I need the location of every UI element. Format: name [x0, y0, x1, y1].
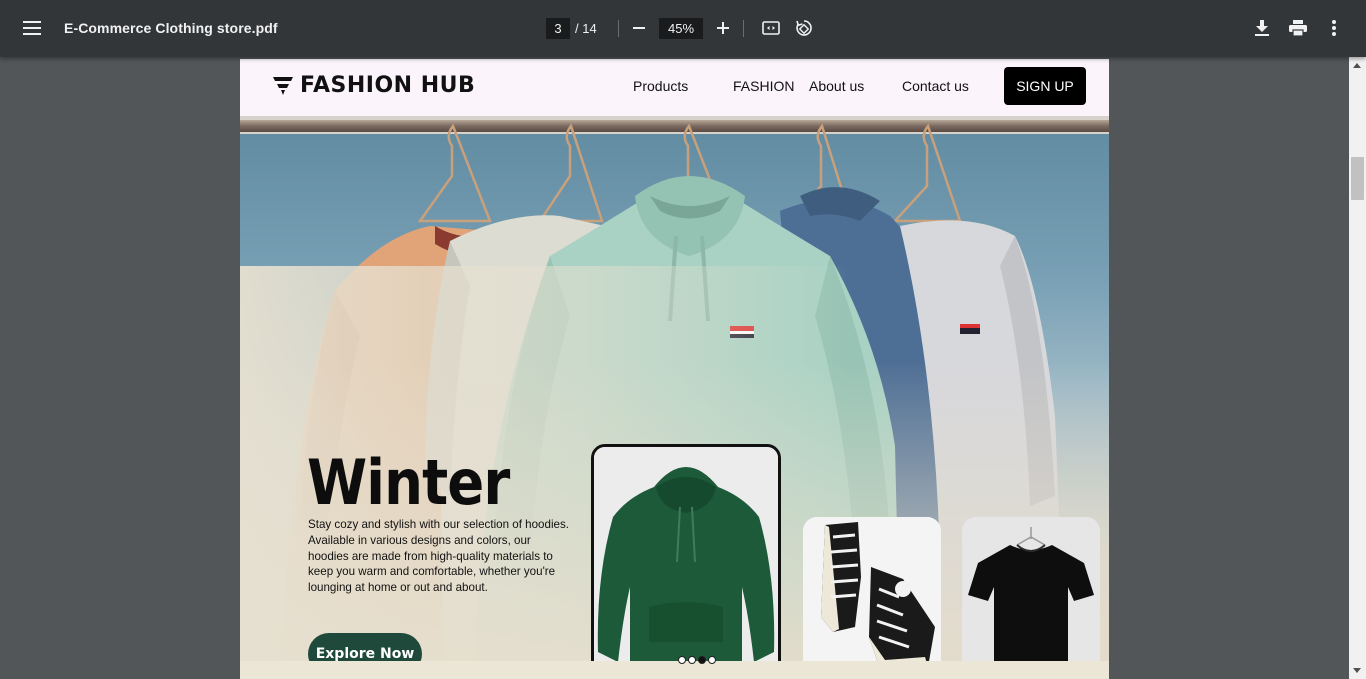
black-tshirt-image	[962, 517, 1100, 679]
carousel-dot[interactable]	[708, 656, 716, 664]
hero-banner: Winter Stay cozy and stylish with our se…	[240, 116, 1109, 679]
product-card-tshirt[interactable]	[962, 517, 1100, 679]
scroll-up-arrow-icon[interactable]	[1353, 63, 1361, 68]
brand-logo-icon	[273, 76, 293, 95]
hero-title: Winter	[307, 446, 510, 519]
vertical-scrollbar[interactable]	[1349, 57, 1366, 679]
fit-to-page-icon[interactable]	[760, 18, 782, 38]
pdf-toolbar: E-Commerce Clothing store.pdf 3 / 14 45%	[0, 0, 1366, 57]
page-number-input[interactable]: 3	[546, 18, 570, 39]
carousel-dot[interactable]	[688, 656, 696, 664]
nav-link-fashion[interactable]: FASHION	[733, 78, 794, 94]
rotate-icon[interactable]	[793, 17, 815, 39]
zoom-level-input[interactable]: 45%	[659, 18, 703, 39]
zoom-out-icon[interactable]	[629, 18, 649, 38]
brand-name: FASHION HUB	[300, 73, 476, 98]
menu-icon[interactable]	[16, 12, 48, 44]
scrollbar-thumb[interactable]	[1351, 157, 1364, 200]
hero-description: Stay cozy and stylish with our selection…	[308, 518, 569, 595]
print-icon[interactable]	[1287, 17, 1309, 39]
sneakers-image	[803, 517, 941, 679]
scroll-down-arrow-icon[interactable]	[1353, 668, 1361, 673]
zoom-in-icon[interactable]	[713, 18, 733, 38]
toolbar-divider	[618, 20, 619, 37]
pdf-page: FASHION HUB Products FASHION About us Co…	[240, 59, 1109, 679]
product-card-sneakers[interactable]	[803, 517, 941, 679]
carousel-indicators	[678, 656, 716, 664]
brand-logo: FASHION HUB	[273, 73, 475, 98]
nav-link-contact-us[interactable]: Contact us	[902, 78, 969, 94]
site-header: FASHION HUB Products FASHION About us Co…	[240, 59, 1109, 116]
product-card-hoodie[interactable]	[591, 444, 781, 679]
carousel-dot[interactable]	[678, 656, 686, 664]
sign-up-button[interactable]: SIGN UP	[1004, 67, 1086, 105]
nav-link-products[interactable]: Products	[633, 78, 688, 94]
download-icon[interactable]	[1251, 17, 1273, 39]
nav-link-about-us[interactable]: About us	[809, 78, 864, 94]
page-footer-strip	[240, 661, 1109, 679]
more-options-icon[interactable]	[1323, 17, 1345, 39]
carousel-dot-active[interactable]	[698, 656, 706, 664]
toolbar-divider	[743, 20, 744, 37]
page-count: / 14	[575, 21, 597, 36]
document-title: E-Commerce Clothing store.pdf	[64, 20, 278, 36]
green-hoodie-image	[594, 447, 778, 679]
